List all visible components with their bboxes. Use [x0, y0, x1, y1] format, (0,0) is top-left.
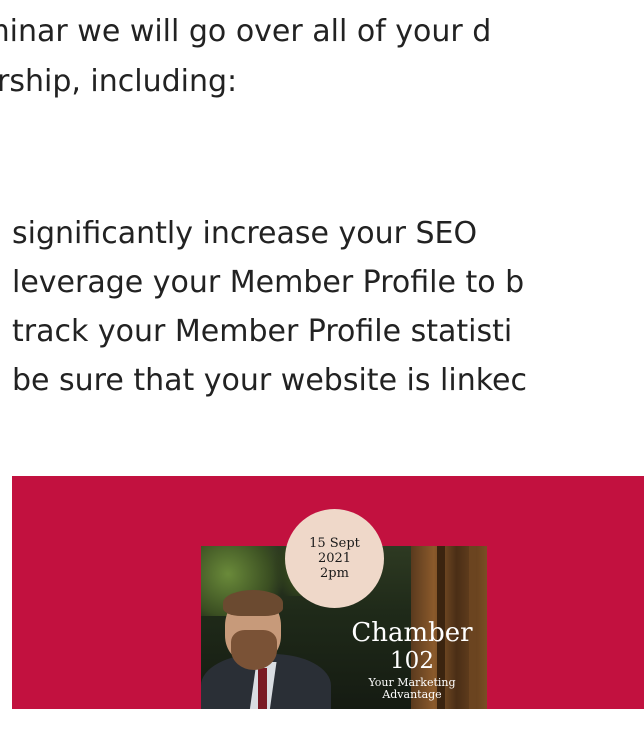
event-title-line-1: Chamber — [351, 618, 473, 648]
bullet-item: leverage your Member Profile to b — [12, 265, 525, 300]
event-title-line-2: 102 — [390, 648, 434, 674]
event-date-year: 2021 — [317, 551, 352, 566]
event-date-day: 15 Sept — [309, 536, 360, 551]
event-date-badge: 15 Sept 2021 2pm — [285, 509, 384, 608]
event-date-time: 2pm — [320, 566, 349, 581]
event-banner-image: 15 Sept 2021 2pm Chamber 102 Your Market… — [12, 476, 644, 709]
page-bottom-area — [12, 709, 644, 739]
bullet-item: track your Member Profile statisti — [12, 314, 513, 349]
intro-text-line-2: rship, including: — [0, 64, 238, 99]
event-title: Chamber 102 Your Marketing Advantage — [322, 619, 502, 701]
bullet-item: be sure that your website is linkec — [12, 363, 527, 398]
bullet-item: significantly increase your SEO — [12, 216, 478, 251]
intro-text-line-1: eminar we will go over all of your d — [0, 14, 492, 49]
article-text: eminar we will go over all of your d rsh… — [0, 0, 644, 470]
event-subtitle-line-2: Advantage — [382, 688, 442, 701]
